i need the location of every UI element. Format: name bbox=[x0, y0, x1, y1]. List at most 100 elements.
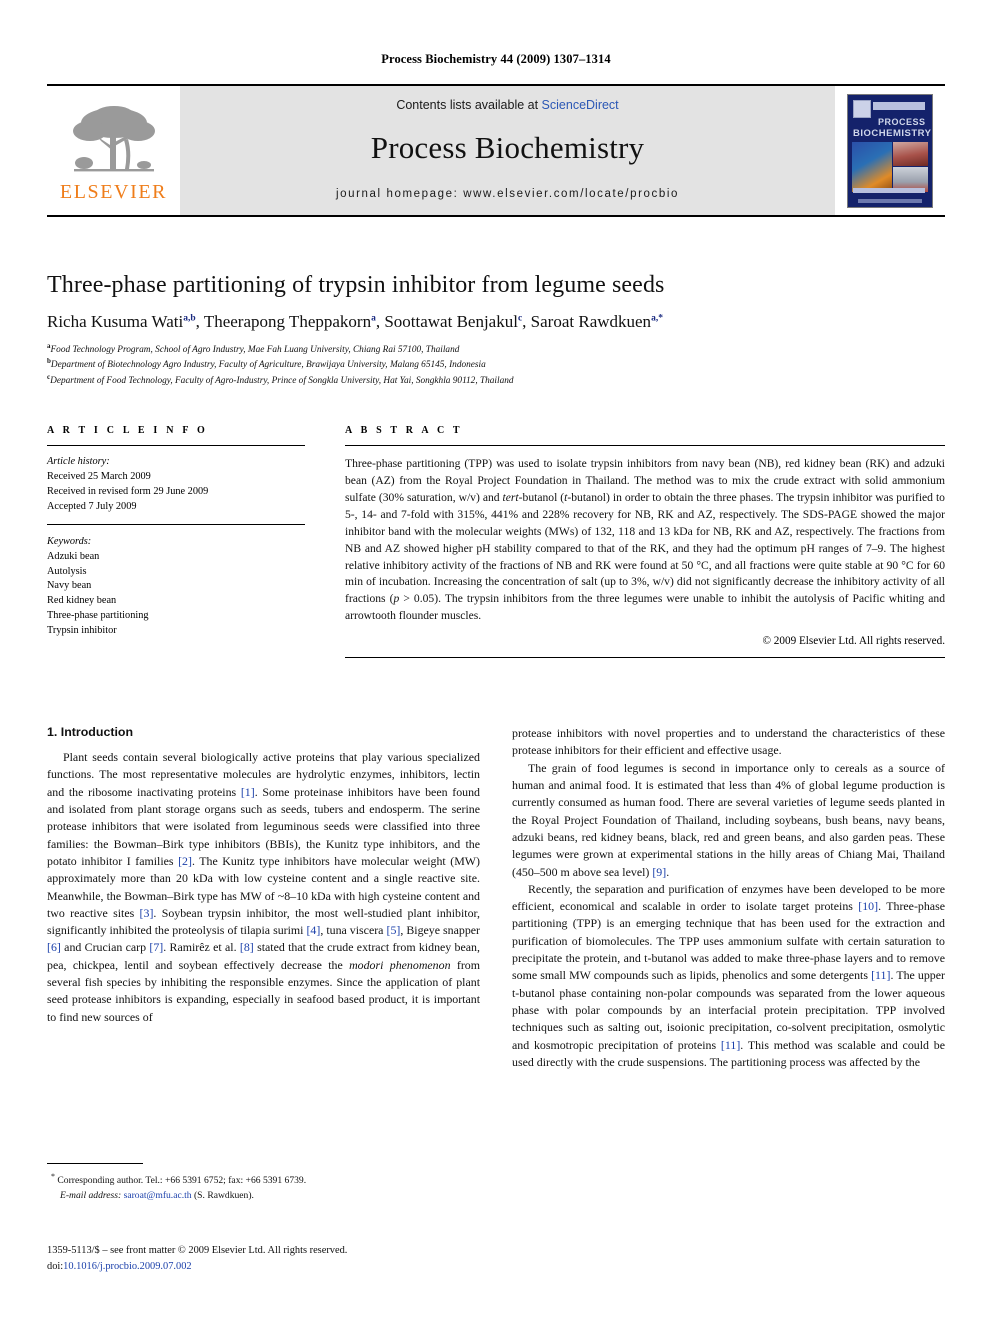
intro-left-paragraphs: Plant seeds contain several biologically… bbox=[47, 749, 480, 1026]
sciencedirect-link[interactable]: ScienceDirect bbox=[542, 98, 619, 112]
reference-citation[interactable]: [11] bbox=[721, 1038, 740, 1052]
author-name: Saroat Rawdkuen bbox=[530, 312, 652, 331]
body-columns: 1. Introduction Plant seeds contain seve… bbox=[47, 725, 945, 1071]
author-affiliation-mark: a,b bbox=[183, 313, 196, 324]
elsevier-tree-icon bbox=[72, 106, 155, 172]
colophon: 1359-5113/$ – see front matter © 2009 El… bbox=[47, 1243, 507, 1274]
email-label: E-mail address: bbox=[60, 1189, 124, 1201]
abstract-text: Three-phase partitioning (TPP) was used … bbox=[345, 457, 945, 623]
cover-title-line1: PROCESS bbox=[878, 116, 926, 127]
author-affiliation-mark: a,* bbox=[651, 313, 663, 324]
journal-cover-thumbnail[interactable]: PROCESS BIOCHEMISTRY bbox=[835, 86, 945, 215]
abstract-rule-bottom bbox=[345, 657, 945, 659]
reference-citation[interactable]: [5] bbox=[386, 923, 400, 937]
intro-right-paragraphs: protease inhibitors with novel propertie… bbox=[512, 725, 945, 1071]
article-info-heading: A R T I C L E I N F O bbox=[47, 425, 208, 436]
elsevier-logo: ELSEVIER bbox=[47, 86, 180, 215]
reference-citation[interactable]: [4] bbox=[306, 923, 320, 937]
body-paragraph: Recently, the separation and purificatio… bbox=[512, 881, 945, 1069]
affiliation-mark: b bbox=[47, 357, 51, 366]
article-history: Article history: Received 25 March 2009 … bbox=[47, 455, 305, 515]
keyword-item: Navy bean bbox=[47, 580, 92, 592]
italic-term: modori phenomenon bbox=[349, 957, 451, 972]
affiliation-item: bDepartment of Biotechnology Agro Indust… bbox=[47, 357, 486, 371]
cover-publisher-badge bbox=[853, 99, 871, 118]
body-column-right: protease inhibitors with novel propertie… bbox=[512, 725, 945, 1071]
author-name: Soottawat Benjakul bbox=[384, 312, 518, 331]
abstract-heading: A B S T R A C T bbox=[345, 425, 463, 436]
colophon-frontmatter: 1359-5113/$ – see front matter © 2009 El… bbox=[47, 1245, 348, 1256]
doi-link[interactable]: 10.1016/j.procbio.2009.07.002 bbox=[63, 1261, 191, 1272]
contents-available-line: Contents lists available at ScienceDirec… bbox=[396, 98, 618, 112]
info-abstract-section: A R T I C L E I N F O Article history: R… bbox=[47, 425, 946, 659]
journal-masthead: ELSEVIER Contents lists available at Sci… bbox=[47, 84, 945, 217]
abstract-rule-top bbox=[345, 445, 945, 446]
footnote-text: * Corresponding author. Tel.: +66 5391 6… bbox=[51, 1172, 307, 1201]
author-affiliation-mark: a bbox=[371, 313, 376, 324]
reference-citation[interactable]: [2] bbox=[178, 854, 192, 868]
running-head: Process Biochemistry 44 (2009) 1307–1314 bbox=[381, 52, 611, 66]
affiliation-mark: c bbox=[47, 372, 51, 381]
abstract-copyright: © 2009 Elsevier Ltd. All rights reserved… bbox=[762, 635, 946, 648]
corresponding-author-footnote: * Corresponding author. Tel.: +66 5391 6… bbox=[47, 1163, 480, 1203]
article-info-rule-mid bbox=[47, 523, 305, 525]
journal-title: Process Biochemistry bbox=[370, 130, 645, 165]
footnote-rule bbox=[47, 1163, 143, 1164]
cover-photo-collage bbox=[852, 141, 928, 192]
cover-bottom-bar bbox=[853, 187, 925, 193]
article-title: Three-phase partitioning of trypsin inhi… bbox=[47, 272, 665, 298]
abstract-italic-term: t bbox=[564, 490, 568, 504]
contents-prefix: Contents lists available at bbox=[396, 98, 542, 112]
footnote-marker: * bbox=[51, 1172, 55, 1181]
colophon-doi: doi:10.1016/j.procbio.2009.07.002 bbox=[47, 1259, 507, 1275]
section-heading-introduction: 1. Introduction bbox=[47, 725, 134, 739]
cover-title-line2: BIOCHEMISTRY bbox=[853, 127, 932, 139]
abstract-column: A B S T R A C T Three-phase partitioning… bbox=[305, 425, 946, 659]
affiliation-mark: a bbox=[47, 342, 51, 350]
article-info-column: A R T I C L E I N F O Article history: R… bbox=[47, 425, 305, 658]
keywords-block: Keywords: Adzuki bean Autolysis Navy bea… bbox=[47, 535, 305, 639]
doi-label: doi: bbox=[47, 1260, 64, 1272]
article-history-label: Article history: bbox=[47, 456, 110, 467]
abstract-italic-term: p bbox=[393, 592, 400, 606]
reference-citation[interactable]: [9] bbox=[652, 865, 666, 879]
body-paragraph: The grain of food legumes is second in i… bbox=[512, 760, 945, 879]
elsevier-wordmark: ELSEVIER bbox=[59, 181, 168, 203]
author-name: Theerapong Theppakorn bbox=[203, 312, 372, 331]
reference-citation[interactable]: [8] bbox=[240, 940, 254, 954]
reference-citation[interactable]: [7] bbox=[149, 940, 163, 954]
affiliation-item: aFood Technology Program, School of Agro… bbox=[47, 342, 460, 356]
reference-citation[interactable]: [10] bbox=[858, 899, 878, 913]
reference-citation[interactable]: [11] bbox=[871, 968, 890, 982]
keywords-label: Keywords: bbox=[47, 535, 92, 547]
keyword-item: Three-phase partitioning bbox=[47, 610, 149, 622]
title-block: Three-phase partitioning of trypsin inhi… bbox=[47, 272, 945, 388]
reference-citation[interactable]: [6] bbox=[47, 940, 61, 954]
abstract-italic-term: tert bbox=[502, 490, 519, 504]
article-info-rule-top bbox=[47, 445, 305, 446]
keyword-item: Adzuki bean bbox=[47, 550, 100, 562]
masthead-center: Contents lists available at ScienceDirec… bbox=[180, 86, 835, 215]
keyword-item: Trypsin inhibitor bbox=[47, 625, 117, 637]
author-list: Richa Kusuma Watia,b, Theerapong Theppak… bbox=[47, 312, 663, 331]
body-paragraph: protease inhibitors with novel propertie… bbox=[512, 726, 945, 758]
history-item: Received 25 March 2009 bbox=[47, 470, 151, 482]
reference-citation[interactable]: [3] bbox=[140, 906, 154, 920]
journal-homepage-link[interactable]: journal homepage: www.elsevier.com/locat… bbox=[336, 188, 679, 200]
keyword-item: Autolysis bbox=[47, 565, 87, 577]
cover-bottom-text bbox=[858, 198, 922, 203]
history-item: Accepted 7 July 2009 bbox=[47, 500, 137, 512]
email-link[interactable]: saroat@mfu.ac.th bbox=[124, 1190, 192, 1201]
cover-top-bar bbox=[873, 101, 925, 110]
author-name: Richa Kusuma Wati bbox=[47, 312, 184, 331]
affiliation-item: cDepartment of Food Technology, Faculty … bbox=[47, 372, 514, 386]
cover-photo-a bbox=[852, 141, 892, 192]
journal-cover-image: PROCESS BIOCHEMISTRY bbox=[847, 93, 933, 208]
reference-citation[interactable]: [1] bbox=[241, 785, 255, 799]
article-page: Process Biochemistry 44 (2009) 1307–1314 bbox=[0, 0, 992, 1323]
history-item: Received in revised form 29 June 2009 bbox=[47, 485, 209, 497]
body-paragraph: Plant seeds contain several biologically… bbox=[47, 750, 480, 1024]
keyword-item: Red kidney bean bbox=[47, 595, 117, 607]
cover-photo-b bbox=[893, 141, 928, 166]
author-affiliation-mark: c bbox=[517, 313, 523, 324]
